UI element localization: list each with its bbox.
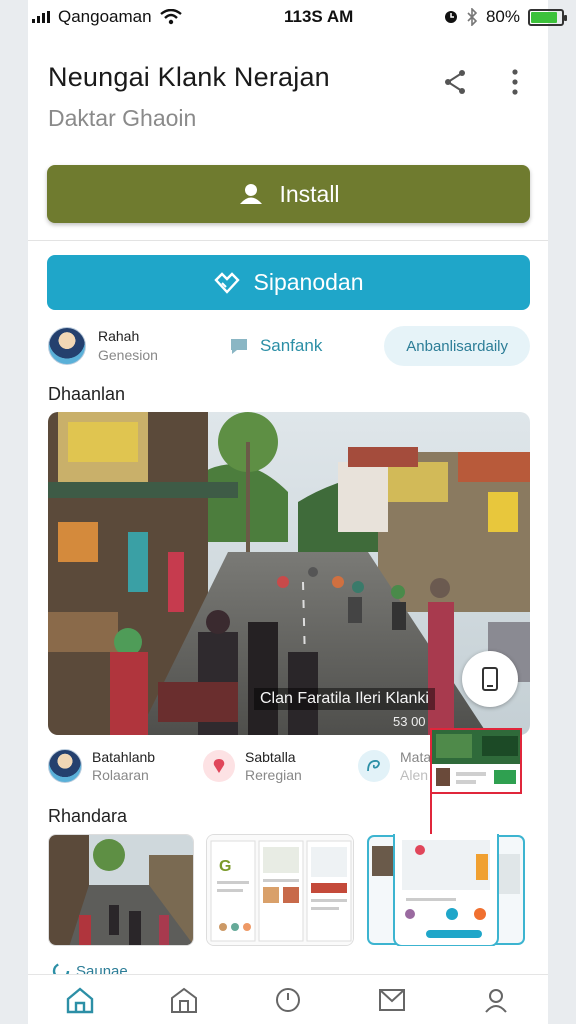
- store-icon[interactable]: [164, 980, 204, 1020]
- swirl-icon: [358, 750, 390, 782]
- creator-avatar: [48, 749, 82, 783]
- hero-screenshot[interactable]: Clan Faratila Ileri Klanki 53 00: [48, 412, 530, 735]
- divider: [28, 240, 548, 241]
- bluetooth-icon: [467, 8, 478, 26]
- app-screen: Neungai Klank Nerajan Daktar Ghaoin Inst…: [28, 0, 548, 1024]
- battery-percent: 80%: [485, 7, 520, 26]
- home-icon[interactable]: [60, 980, 100, 1020]
- battery-icon: [528, 8, 567, 26]
- publisher-name: Rahah: [98, 328, 140, 344]
- creator-item[interactable]: Batahlanb Rolaaran: [48, 748, 203, 784]
- hero-counter: 53 00: [393, 714, 426, 729]
- secondary-button[interactable]: Sipanodan: [47, 255, 530, 310]
- rating-label: Sanfank: [259, 336, 323, 355]
- signal-icon: [32, 11, 50, 23]
- gallery-title: Dhaanlan: [48, 384, 126, 404]
- creator-sub: Reregian: [245, 767, 302, 783]
- phone-frame-button[interactable]: [462, 651, 518, 707]
- related-thumb[interactable]: [366, 834, 526, 946]
- alarm-icon: [444, 11, 457, 23]
- publisher-sub: Genesion: [98, 347, 158, 363]
- phone-icon: [482, 667, 498, 691]
- mail-icon[interactable]: [372, 980, 412, 1020]
- install-button[interactable]: Install: [47, 165, 530, 223]
- category-pill[interactable]: Anbanlisardaily: [384, 326, 530, 366]
- status-bar: Qangoaman 113S AM 80%: [0, 0, 576, 34]
- creator-sub: Rolaaran: [92, 767, 149, 783]
- creator-name: Sabtalla: [245, 749, 296, 765]
- wifi-icon: [159, 9, 182, 25]
- publisher-avatar[interactable]: [48, 327, 86, 365]
- carrier-label: Qangoaman: [58, 7, 152, 26]
- secondary-label: Sipanodan: [253, 269, 364, 295]
- highlight-preview[interactable]: [430, 728, 522, 794]
- related-thumb[interactable]: [48, 834, 194, 946]
- bottom-nav: [28, 974, 548, 1024]
- clock-icon[interactable]: [268, 980, 308, 1020]
- creator-sub: Alen: [400, 767, 429, 783]
- related-thumb[interactable]: G: [206, 834, 354, 946]
- publisher-row: Rahah Genesion Sanfank Anbanlisardaily: [48, 324, 530, 368]
- handshake-icon: [213, 271, 240, 294]
- creator-name: Mata: [400, 749, 432, 765]
- creator-name: Batahlanb: [92, 749, 156, 765]
- developer-name[interactable]: Daktar Ghaoin: [48, 105, 528, 132]
- hero-caption: Clan Faratila Ileri Klanki: [254, 688, 435, 710]
- more-options-icon[interactable]: [502, 68, 528, 96]
- user-icon: [240, 184, 263, 204]
- svg-text:G: G: [219, 858, 231, 875]
- app-header: Neungai Klank Nerajan Daktar Ghaoin: [48, 62, 528, 132]
- related-title: Rhandara: [48, 806, 128, 826]
- profile-icon[interactable]: [476, 980, 516, 1020]
- creator-item[interactable]: Sabtalla Reregian: [203, 748, 358, 784]
- share-icon[interactable]: [442, 68, 468, 96]
- pin-icon: [203, 750, 235, 782]
- chat-icon: [230, 339, 247, 354]
- rating-link[interactable]: Sanfank: [228, 336, 322, 356]
- status-time: 113S AM: [284, 7, 354, 26]
- street-scene-image: [48, 412, 530, 735]
- install-label: Install: [279, 180, 340, 207]
